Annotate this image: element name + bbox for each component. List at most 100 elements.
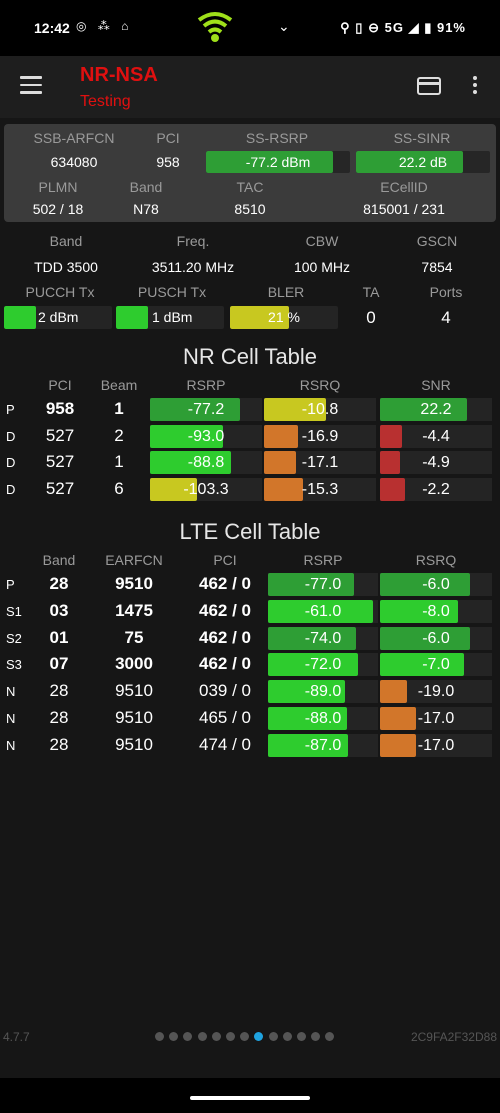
nr-row-rsrq-bar: -10.8 <box>264 398 376 421</box>
nr-row-rsrq-value: -17.1 <box>301 454 339 472</box>
lte-row-rsrq-value: -17.0 <box>417 736 455 754</box>
plmn-value: 502 / 18 <box>32 201 84 217</box>
lte-row-rsrp-bar: -77.0 <box>268 573 378 596</box>
lte-row-type: S1 <box>6 603 22 619</box>
page-dot[interactable] <box>325 1032 335 1041</box>
header-ssb-arfcn: SSB-ARFCN <box>33 130 115 146</box>
menu-icon[interactable] <box>20 76 42 94</box>
lte-row-band: 07 <box>49 654 69 674</box>
nr-row-type: P <box>6 402 15 417</box>
lte-row-rsrq-bar: -8.0 <box>380 599 492 623</box>
lte-row-type: N <box>6 737 16 753</box>
lte-row-band: 28 <box>49 574 69 593</box>
status-bar: 12:42 ◎ ⁂ ⌂ ⌄ ⚲ ▯ ⊖ 5G ◢ ▮ 91% <box>0 0 500 56</box>
nr-header-pci: PCI <box>48 377 72 393</box>
nr-row-type: D <box>6 482 16 498</box>
page-dot[interactable] <box>155 1032 164 1041</box>
nr-header-snr: SNR <box>421 377 451 393</box>
header-ports: Ports <box>429 284 463 300</box>
header-bler: BLER <box>267 284 305 300</box>
nr-row-pci: 958 <box>45 399 75 418</box>
nr-row-rsrq-value: -10.8 <box>301 401 339 418</box>
header-ss-sinr: SS-SINR <box>393 130 451 146</box>
nr-row-rsrp-bar: -77.2 <box>150 398 262 421</box>
app-title: NR-NSA <box>80 64 158 86</box>
nr-row-rsrp-value: -93.0 <box>187 427 225 445</box>
lte-row-rsrq-bar: -6.0 <box>380 626 492 650</box>
page-dot[interactable] <box>211 1032 221 1041</box>
card-icon[interactable] <box>417 77 441 95</box>
lte-row-rsrp-bar: -87.0 <box>268 733 378 757</box>
nr-row-pci: 527 <box>45 425 75 445</box>
page-dot[interactable] <box>282 1032 292 1041</box>
signal-icon: ◢ <box>408 20 420 35</box>
app-bar: NR-NSA Testing <box>0 56 500 118</box>
lte-row-rsrq-value: -8.0 <box>422 602 450 620</box>
network-type: 5G <box>384 20 404 35</box>
main-content[interactable]: SSB-ARFCN PCI SS-RSRP SS-SINR 634080 958… <box>0 118 500 1078</box>
lte-row-rsrp-bar: -88.0 <box>268 707 378 730</box>
lte-row-band: 01 <box>49 627 69 647</box>
nr-table-title: NR Cell Table <box>182 344 318 369</box>
page-dot[interactable] <box>197 1032 207 1041</box>
header-pucch-tx: PUCCH Tx <box>25 284 95 300</box>
nr-row-beam: 1 <box>114 452 124 472</box>
page-dot[interactable] <box>226 1032 235 1041</box>
bler-value: 21 % <box>268 309 300 325</box>
lte-row-rsrq-value: -7.0 <box>422 656 450 674</box>
battery-icon: ▮ <box>424 20 433 35</box>
lte-row-rsrq-value: -6.0 <box>422 629 450 647</box>
header-band-info: Band <box>49 233 83 249</box>
page-dot[interactable] <box>297 1032 306 1041</box>
lte-row-rsrp-value: -72.0 <box>304 656 342 674</box>
lte-row-rsrp-value: -87.0 <box>304 736 342 754</box>
page-indicator[interactable] <box>155 1032 345 1042</box>
page-dot[interactable] <box>169 1032 179 1041</box>
ecellid-value: 815001 / 231 <box>363 201 445 217</box>
ss-rsrp-value: -77.2 dBm <box>245 154 311 170</box>
lte-row-type: S2 <box>6 630 22 646</box>
page-dot[interactable] <box>311 1032 321 1041</box>
gesture-nav-handle[interactable] <box>190 1096 310 1100</box>
nr-header-beam: Beam <box>100 377 138 393</box>
lte-row-rsrp-bar: -72.0 <box>268 653 378 677</box>
lte-row-earfcn: 9510 <box>115 681 153 701</box>
lte-row-band: 03 <box>49 600 69 620</box>
lte-row-earfcn: 3000 <box>115 654 153 674</box>
pucch-tx-fill <box>4 306 37 329</box>
header-freq: Freq. <box>176 233 210 249</box>
app-logo-icon <box>197 12 233 42</box>
chevron-down-icon[interactable]: ⌄ <box>278 18 290 35</box>
lte-row-pci: 462 / 0 <box>199 627 251 647</box>
lte-header-band: Band <box>42 552 76 568</box>
nr-row-rsrp-bar: -88.8 <box>150 451 262 475</box>
nr-header-rsrp: RSRP <box>186 377 226 393</box>
more-vert-icon[interactable] <box>472 76 478 96</box>
nr-row-type: D <box>6 428 16 444</box>
page-dot[interactable] <box>268 1032 278 1041</box>
lte-row-type: S3 <box>6 657 22 673</box>
lte-row-rsrp-value: -88.0 <box>304 710 342 727</box>
lte-header-pci: PCI <box>213 552 237 568</box>
nr-row-rsrp-value: -88.8 <box>187 454 225 472</box>
nr-row-snr-bar: -2.2 <box>380 478 492 502</box>
summary-panel: SSB-ARFCN PCI SS-RSRP SS-SINR 634080 958… <box>4 124 496 222</box>
lte-header-earfcn: EARFCN <box>105 552 163 568</box>
lte-row-earfcn: 1475 <box>115 600 153 620</box>
status-left-icons: ◎ ⁂ ⌂ <box>76 19 133 33</box>
lte-row-type: N <box>6 711 16 726</box>
lte-row-rsrq-value: -17.0 <box>417 710 455 727</box>
bler-bar: 21 % <box>230 306 338 329</box>
lte-row-pci: 039 / 0 <box>199 681 251 701</box>
status-right: ⚲ ▯ ⊖ 5G ◢ ▮ 91% <box>340 20 466 36</box>
pusch-tx-value: 1 dBm <box>152 309 193 325</box>
header-ecellid: ECellID <box>380 179 428 195</box>
lte-table-title: LTE Cell Table <box>179 519 321 544</box>
page-dot[interactable] <box>183 1032 193 1041</box>
header-plmn: PLMN <box>38 179 78 195</box>
page-dot[interactable] <box>254 1032 264 1041</box>
lte-row-rsrq-bar: -17.0 <box>380 733 492 757</box>
page-dot[interactable] <box>240 1032 250 1041</box>
battery-percent: 91% <box>436 20 466 35</box>
lte-header-rsrq: RSRQ <box>415 552 457 568</box>
